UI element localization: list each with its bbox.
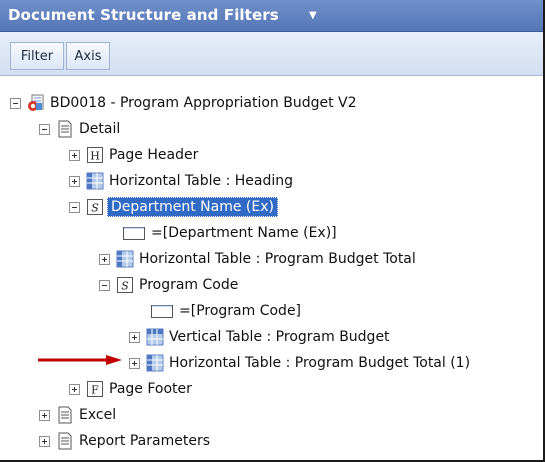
tree-label-page-header: Page Header (109, 147, 199, 163)
panel-title: Document Structure and Filters (8, 6, 279, 24)
tree-node-program-code-field[interactable]: =[Program Code] (150, 300, 301, 322)
table-icon (146, 354, 164, 372)
section-icon: S (86, 198, 104, 216)
structure-tree: BD0018 - Program Appropriation Budget V2… (0, 76, 543, 460)
document-icon (56, 406, 74, 424)
expand-icon[interactable] (129, 357, 140, 369)
tree-node-excel[interactable]: Excel (39, 404, 116, 426)
tree-label-horizontal-heading: Horizontal Table : Heading (109, 173, 294, 189)
tree-node-detail[interactable]: Detail (39, 118, 120, 140)
tree-node-page-footer[interactable]: F Page Footer (69, 378, 192, 400)
svg-text:F: F (91, 384, 99, 397)
tree-label-department-field: =[Department Name (Ex)] (151, 225, 337, 241)
expand-icon[interactable] (69, 383, 80, 395)
tree-node-root[interactable]: BD0018 - Program Appropriation Budget V2 (10, 92, 357, 114)
tree-node-program-code-section[interactable]: S Program Code (99, 274, 238, 296)
tree-label-horizontal-program-budget-total-1: Horizontal Table : Program Budget Total … (169, 355, 471, 371)
tree-node-department-field[interactable]: =[Department Name (Ex)] (122, 222, 337, 244)
tree-label-detail: Detail (79, 121, 121, 137)
tree-label-department-section: Department Name (Ex) (107, 197, 278, 217)
collapse-icon[interactable] (99, 279, 110, 291)
document-icon (56, 120, 74, 138)
tree-label-program-code-section: Program Code (139, 277, 239, 293)
svg-text:S: S (121, 280, 129, 293)
expand-icon[interactable] (69, 175, 80, 187)
document-icon (56, 432, 74, 450)
expand-icon[interactable] (39, 409, 50, 421)
tree-label-horizontal-program-budget-total: Horizontal Table : Program Budget Total (139, 251, 416, 267)
document-structure-panel: Document Structure and Filters ▼ Filter … (0, 0, 545, 462)
tree-node-horizontal-program-budget-total-1[interactable]: Horizontal Table : Program Budget Total … (129, 352, 470, 374)
expand-icon[interactable] (129, 331, 140, 343)
page-footer-icon: F (86, 380, 104, 398)
tree-label-program-code-field: =[Program Code] (179, 303, 302, 319)
panel-tab-bar: Filter Axis (0, 32, 543, 76)
cell-icon (122, 224, 146, 242)
tree-label-vertical-program-budget: Vertical Table : Program Budget (169, 329, 390, 345)
tree-node-department-section[interactable]: S Department Name (Ex) (69, 196, 278, 218)
tree-node-vertical-program-budget[interactable]: Vertical Table : Program Budget (129, 326, 390, 348)
expand-icon[interactable] (39, 435, 50, 447)
svg-text:S: S (91, 202, 99, 215)
section-icon: S (116, 276, 134, 294)
collapse-icon[interactable] (39, 123, 50, 135)
tree-label-excel: Excel (79, 407, 117, 423)
table-icon (146, 328, 164, 346)
tree-node-horizontal-heading[interactable]: Horizontal Table : Heading (69, 170, 293, 192)
collapse-icon[interactable] (10, 97, 21, 109)
expand-icon[interactable] (99, 253, 110, 265)
cell-icon (150, 302, 174, 320)
expand-icon[interactable] (69, 149, 80, 161)
tree-node-page-header[interactable]: H Page Header (69, 144, 198, 166)
report-icon (27, 94, 45, 112)
panel-title-bar[interactable]: Document Structure and Filters ▼ (0, 0, 543, 32)
tab-filter[interactable]: Filter (10, 42, 64, 70)
red-arrow-icon (38, 355, 122, 365)
tree-node-horizontal-program-budget-total[interactable]: Horizontal Table : Program Budget Total (99, 248, 416, 270)
svg-text:H: H (90, 150, 100, 163)
tree-label-page-footer: Page Footer (109, 381, 192, 397)
table-icon (116, 250, 134, 268)
tab-axis[interactable]: Axis (66, 42, 110, 70)
tree-label-root: BD0018 - Program Appropriation Budget V2 (50, 95, 357, 111)
dropdown-caret-icon[interactable]: ▼ (309, 10, 317, 21)
table-icon (86, 172, 104, 190)
page-header-icon: H (86, 146, 104, 164)
tree-label-report-parameters: Report Parameters (79, 433, 210, 449)
tree-node-report-parameters[interactable]: Report Parameters (39, 430, 210, 452)
collapse-icon[interactable] (69, 201, 80, 213)
